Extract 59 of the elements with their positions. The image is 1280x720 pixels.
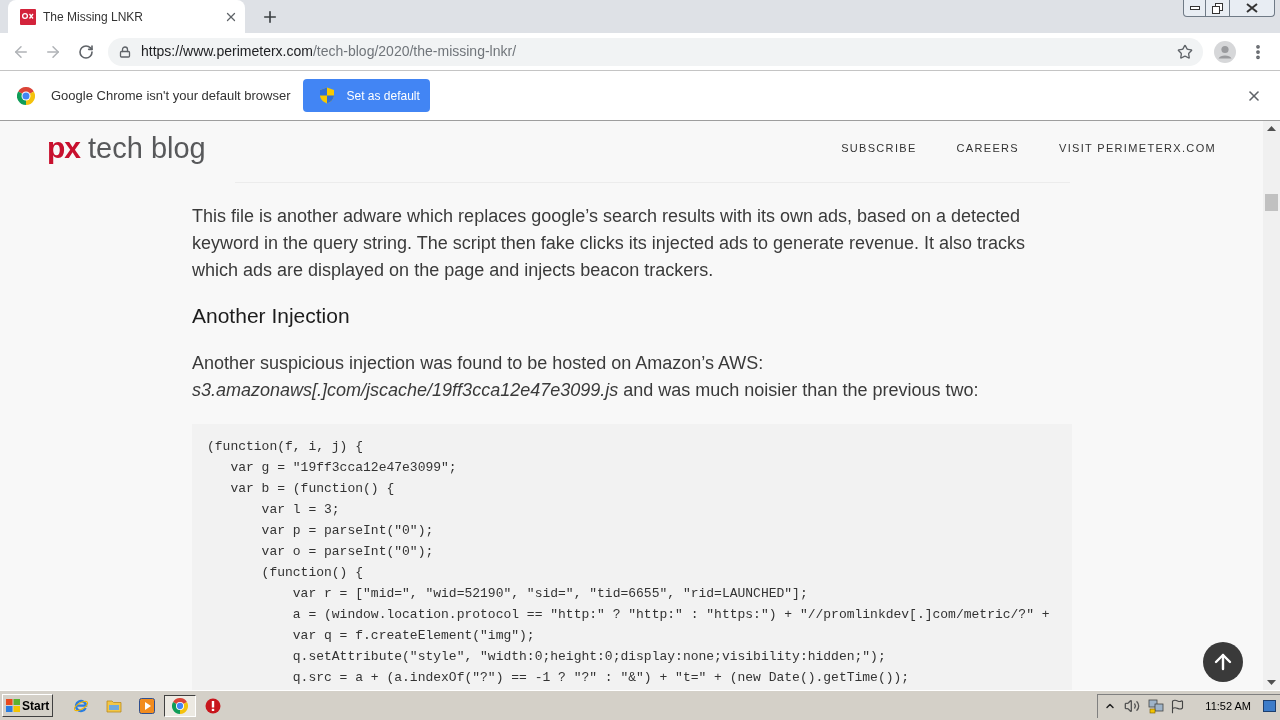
folder-icon	[105, 697, 122, 714]
app-logo-icon	[171, 697, 188, 714]
nav-link[interactable]: VISIT PERIMETERX.COM	[1059, 139, 1216, 157]
alert-icon	[204, 697, 221, 714]
article-paragraph: This file is another adware which replaces google’s search results with its own ads, based on a detected keyword in the query string. The script then fake clicks its injected ads to generate revenue. It also tracks which ads are displayed on the page and injects beacon trackers.	[192, 205, 1027, 282]
scroll-to-top-button[interactable]	[1203, 642, 1243, 682]
code-line: var p = parseInt("0");	[260, 522, 434, 540]
logo-mark: px	[47, 133, 80, 163]
nav-link[interactable]: SUBSCRIBE	[841, 139, 917, 157]
code-line: a = (window.location.protocol == "http:" ? "http:" : "https:") + "//promlinkdev[.]com/metric/?" +	[291, 606, 1050, 624]
nav-link[interactable]: CAREERS	[956, 139, 1019, 157]
reload-icon[interactable]	[78, 43, 94, 60]
app-logo-icon	[17, 86, 35, 105]
code-line: var o = parseInt("0");	[260, 543, 434, 561]
set-as-default-button[interactable]: Set as default	[303, 79, 431, 112]
e-logo-icon	[72, 697, 89, 714]
caret-down-icon[interactable]	[1267, 680, 1276, 685]
close-window-button[interactable]	[1230, 0, 1275, 17]
infobar-message: Google Chrome isn't your default browser	[51, 86, 291, 105]
restore-icon	[1212, 2, 1223, 14]
code-line: var l = 3;	[260, 501, 340, 519]
speaker-icon[interactable]	[1124, 698, 1141, 714]
address-bar[interactable]: https://www.perimeterx.com/tech-blog/2020/the-missing-lnkr/	[108, 37, 1203, 66]
code-line: var r = ["mid=", "wid=52190", "sid=", "tid=6655", "rid=LAUNCHED"];	[291, 585, 808, 603]
start-button[interactable]: Start	[2, 694, 53, 717]
code-line: var q = f.createElement("img");	[291, 627, 535, 645]
logo-text: tech blog	[88, 133, 206, 163]
code-line: q.setAttribute("style", "width:0;height:0;display:none;visibility:hidden;");	[291, 648, 886, 666]
section-heading: Another Injection	[192, 303, 351, 329]
minimize-icon	[1189, 6, 1200, 10]
scrollbar-thumb[interactable]	[1265, 194, 1278, 211]
taskbar-button[interactable]	[138, 697, 155, 714]
close-icon	[1246, 3, 1258, 13]
flag-icon[interactable]	[1170, 698, 1186, 714]
browser-tab[interactable]: The Missing LNKR	[8, 0, 245, 33]
star-icon[interactable]	[1177, 43, 1193, 60]
desktop-icon[interactable]	[1263, 700, 1276, 712]
shield-icon	[319, 87, 336, 104]
code-line: var b = (function() {	[229, 480, 395, 498]
code-line: (function() {	[260, 564, 364, 582]
code-line: (function(f, i, j) {	[207, 438, 364, 456]
caret-up-icon[interactable]	[1267, 126, 1276, 131]
window-logo-icon	[6, 699, 20, 712]
taskbar-button[interactable]	[204, 697, 221, 714]
site-favicon-icon	[20, 8, 36, 25]
taskbar-button[interactable]	[163, 694, 196, 717]
article-paragraph: Another suspicious injection was found to be hosted on Amazon’s AWS: s3.amazonaws[.]com/jscache/19ff3cca12e47e3099.js and was much noisier than the previous two:	[192, 352, 980, 402]
network-icon[interactable]	[1148, 698, 1165, 714]
tab-title: The Missing LNKR	[43, 8, 144, 26]
play-icon	[138, 697, 155, 714]
scrollbar[interactable]	[1263, 121, 1280, 690]
restore-button[interactable]	[1206, 0, 1230, 17]
avatar-icon[interactable]	[1214, 40, 1236, 63]
url-text: https://www.perimeterx.com/tech-blog/2020/the-missing-lnkr/	[141, 42, 517, 61]
code-line: q.src = a + (a.indexOf("?") == -1 ? "?" : "&") + "t=" + (new Date().getTime());	[291, 669, 910, 687]
lock-icon	[119, 45, 131, 58]
code-line: var g = "19ff3cca12e47e3099";	[229, 459, 457, 477]
clock-time: 11:52 AM	[1205, 698, 1251, 714]
minimize-button[interactable]	[1183, 0, 1206, 17]
